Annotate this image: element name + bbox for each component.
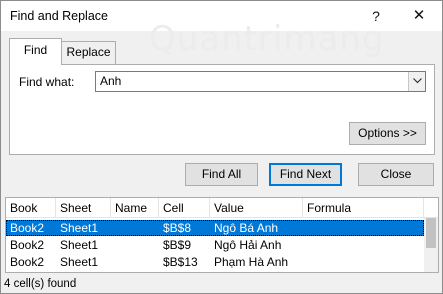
result-book: Book2 — [10, 238, 45, 252]
options-button[interactable]: Options >> — [349, 122, 426, 145]
title-bar[interactable]: Find and Replace ? ✕ — [1, 1, 442, 31]
close-button[interactable]: Close — [358, 163, 434, 186]
find-what-dropdown[interactable] — [408, 72, 425, 91]
chevron-down-icon — [413, 78, 422, 84]
close-icon[interactable]: ✕ — [408, 7, 430, 25]
result-book: Book2 — [10, 221, 45, 235]
result-row[interactable]: Book2 Sheet1 $B$9 Ngô Hải Anh — [6, 237, 424, 253]
result-book: Book2 — [10, 255, 45, 269]
help-icon[interactable]: ? — [365, 7, 387, 25]
result-cell: $B$8 — [163, 221, 192, 235]
find-next-button[interactable]: Find Next — [269, 163, 342, 186]
results-header: Book Sheet Name Cell Value Formula — [6, 198, 438, 218]
find-all-button[interactable]: Find All — [185, 163, 258, 186]
result-cell: $B$9 — [163, 238, 192, 252]
result-cell: $B$13 — [163, 255, 198, 269]
tab-find[interactable]: Find — [9, 38, 62, 65]
column-header-value[interactable]: Value — [210, 198, 303, 218]
tab-replace[interactable]: Replace — [62, 41, 116, 64]
result-sheet: Sheet1 — [60, 238, 99, 252]
scrollbar-thumb[interactable] — [426, 218, 436, 248]
column-header-formula[interactable]: Formula — [303, 198, 424, 218]
result-value: Ngô Hải Anh — [214, 238, 282, 252]
window-title: Find and Replace — [10, 9, 108, 23]
results-scrollbar[interactable] — [424, 218, 438, 272]
find-what-value: Anh — [100, 74, 122, 88]
column-header-book[interactable]: Book — [6, 198, 56, 218]
find-what-label: Find what: — [19, 75, 75, 89]
result-value: Ngô Bá Anh — [214, 221, 279, 235]
column-header-sheet[interactable]: Sheet — [56, 198, 111, 218]
results-list[interactable]: Book Sheet Name Cell Value Formula Book2… — [5, 197, 439, 273]
status-text: 4 cell(s) found — [4, 278, 77, 290]
column-header-cell[interactable]: Cell — [159, 198, 210, 218]
result-value: Phạm Hà Anh — [214, 255, 289, 269]
result-sheet: Sheet1 — [60, 255, 99, 269]
find-panel: Find what: Anh Options >> — [9, 64, 435, 155]
result-row[interactable]: Book2 Sheet1 $B$13 Phạm Hà Anh — [6, 254, 424, 270]
result-row[interactable]: Book2 Sheet1 $B$8 Ngô Bá Anh — [6, 220, 424, 236]
column-header-name[interactable]: Name — [111, 198, 159, 218]
find-replace-dialog: Find and Replace ? ✕ Quantrimang Find Re… — [0, 0, 443, 294]
find-what-input[interactable]: Anh — [95, 71, 426, 92]
result-sheet: Sheet1 — [60, 221, 99, 235]
